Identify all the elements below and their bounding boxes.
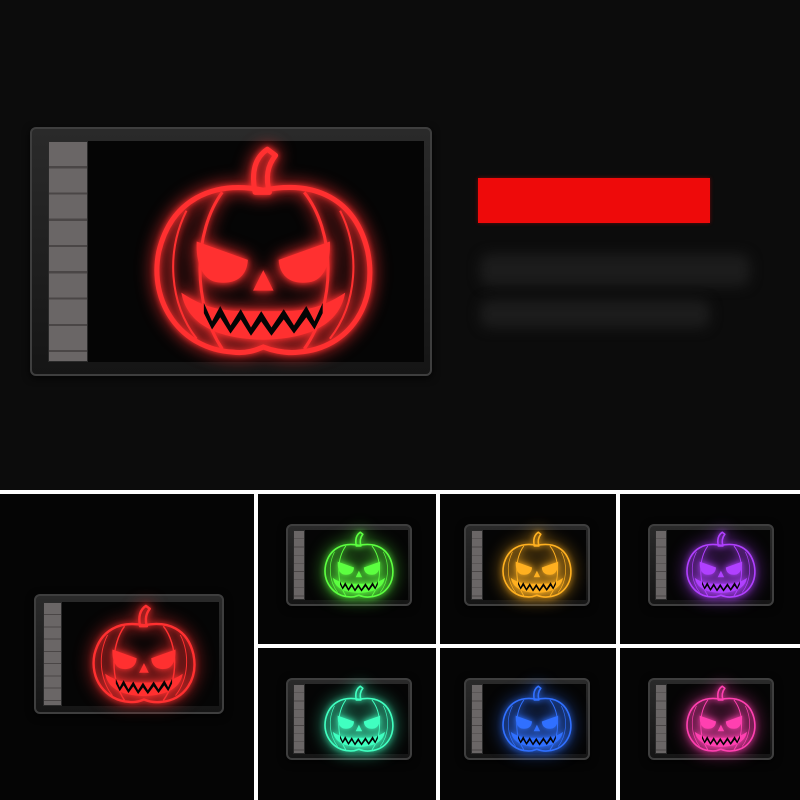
lamp-frame [34,594,224,714]
pumpkin-lamp-icon [677,683,765,755]
pumpkin-lamp-icon [120,139,407,364]
variant-grid [0,494,800,800]
lamp-base [654,683,668,755]
lamp-frame [464,678,590,760]
pumpkin-lamp-icon [493,529,581,601]
variant-cell [258,648,436,800]
lamp-frame [648,678,774,760]
pumpkin-lamp-icon [315,529,403,601]
blurred-text-line [480,300,710,328]
variant-cell [620,494,800,644]
lamp-base [43,601,63,707]
lamp-frame [648,524,774,606]
lamp-base [292,529,306,601]
variant-cell [440,494,616,644]
variant-cell [0,494,254,800]
pumpkin-lamp-icon [677,529,765,601]
variant-cell [620,648,800,800]
lamp-base [47,141,88,362]
lamp-frame [286,524,412,606]
pumpkin-lamp-icon [315,683,403,755]
lamp-base [470,529,484,601]
lamp-base [292,683,306,755]
pumpkin-lamp-icon [77,601,211,708]
color-banner [478,178,710,223]
lamp-base [654,529,668,601]
lamp-base [470,683,484,755]
lamp-frame [30,127,432,376]
blurred-text-line [480,254,750,286]
pumpkin-lamp-icon [493,683,581,755]
lamp-frame [286,678,412,760]
lamp-frame [464,524,590,606]
hero-photo [0,0,800,490]
variant-cell [258,494,436,644]
variant-cell [440,648,616,800]
